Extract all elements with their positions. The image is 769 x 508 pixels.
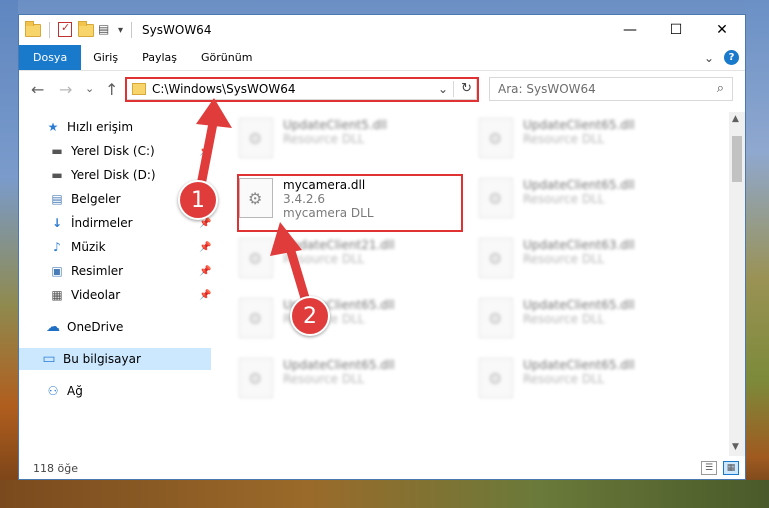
step-badge-2: 2 xyxy=(290,296,330,336)
arrow-to-file xyxy=(285,243,310,303)
arrow-head-address-bar xyxy=(196,98,232,128)
annotation-arrows xyxy=(196,98,310,303)
step-badge-1: 1 xyxy=(178,180,218,220)
arrow-head-file xyxy=(270,222,302,256)
arrow-to-address-bar xyxy=(197,113,219,185)
